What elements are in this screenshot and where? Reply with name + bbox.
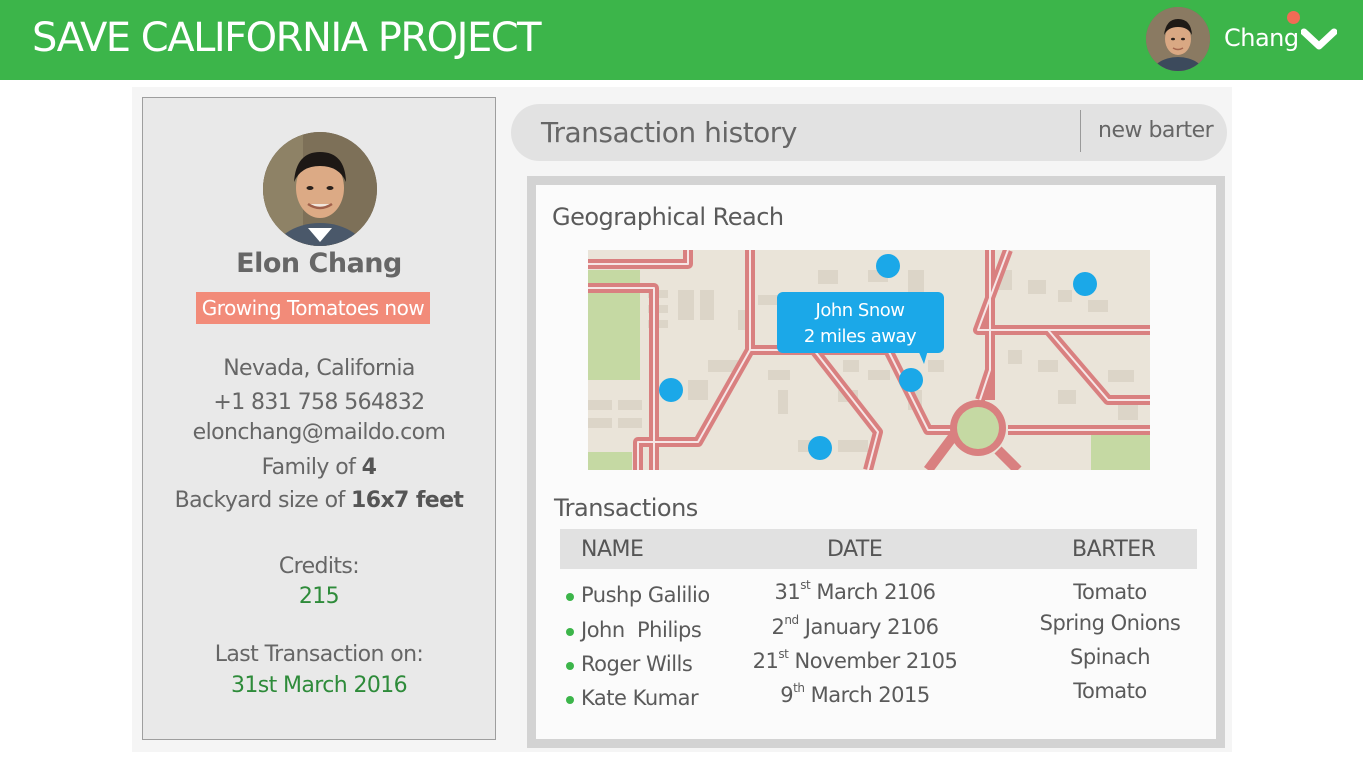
top-bar: SAVE CALIFORNIA PROJECT Chang	[0, 0, 1363, 80]
date-suffix: th	[793, 681, 805, 695]
tx-barter: Tomato	[1073, 679, 1147, 703]
date-rest: November 2105	[794, 649, 958, 673]
avatar-image	[1146, 7, 1210, 71]
backyard-label: Backyard size of	[174, 488, 346, 513]
tx-date: 21st November 2105	[730, 647, 980, 673]
profile-name: Elon Chang	[236, 248, 402, 279]
profile-family: Family of 4	[143, 455, 495, 480]
user-name[interactable]: Chang	[1224, 24, 1299, 52]
table-row[interactable]: Kate Kumar 9th March 2015 Tomato	[560, 679, 1197, 717]
date-day: 31	[774, 580, 801, 604]
tx-barter: Tomato	[1073, 580, 1147, 604]
bullet-dot	[566, 662, 574, 670]
map-pin[interactable]	[659, 378, 683, 402]
map-pin[interactable]	[876, 254, 900, 278]
map-pin[interactable]	[808, 436, 832, 460]
content-panel: Geographical Reach John Snow 2 miles awa…	[527, 176, 1225, 748]
credits-value: 215	[298, 584, 340, 609]
transaction-history-title: Transaction history	[541, 116, 797, 149]
date-rest: January 2106	[804, 615, 939, 639]
transaction-history-bar: Transaction history new barter	[511, 104, 1227, 161]
table-row[interactable]: Roger Wills 21st November 2105 Spinach	[560, 645, 1197, 683]
column-header-barter[interactable]: BARTER	[1072, 537, 1156, 562]
tx-barter: Spinach	[1069, 645, 1151, 669]
profile-backyard: Backyard size of 16x7 feet	[143, 488, 495, 513]
tx-date: 9th March 2015	[730, 681, 980, 707]
date-suffix: st	[778, 647, 789, 661]
date-day: 2	[771, 615, 785, 639]
bullet-dot	[566, 696, 574, 704]
column-header-name[interactable]: NAME	[581, 537, 644, 562]
new-barter-button[interactable]: new barter	[1098, 118, 1214, 143]
user-avatar[interactable]	[1146, 7, 1210, 71]
profile-phone[interactable]: +1 831 758 564832	[143, 390, 495, 415]
transactions-heading: Transactions	[554, 494, 698, 522]
date-rest: March 2106	[816, 580, 936, 604]
profile-location: Nevada, California	[223, 356, 415, 381]
notification-dot[interactable]	[1287, 11, 1300, 24]
bullet-dot	[566, 593, 574, 601]
map[interactable]: John Snow 2 miles away	[588, 250, 1150, 470]
date-rest: March 2015	[810, 683, 931, 707]
geographical-reach-heading: Geographical Reach	[552, 203, 784, 231]
column-header-date[interactable]: DATE	[827, 537, 883, 562]
family-value: 4	[361, 455, 377, 480]
last-transaction-label: Last Transaction on:	[214, 642, 424, 667]
status-badge: Growing Tomatoes now	[196, 292, 430, 324]
bullet-dot	[566, 628, 574, 636]
date-suffix: nd	[784, 613, 799, 627]
table-row[interactable]: John Philips 2nd January 2106 Spring Oni…	[560, 611, 1197, 649]
tx-barter: Spring Onions	[1039, 611, 1181, 635]
tx-name: John Philips	[581, 618, 702, 642]
callout-name: John Snow	[815, 300, 905, 321]
profile-photo	[263, 132, 377, 246]
backyard-value: 16x7 feet	[351, 488, 464, 513]
tx-date: 2nd January 2106	[730, 613, 980, 639]
table-row[interactable]: Pushp Galilio 31st March 2106 Tomato	[560, 578, 1197, 614]
date-suffix: st	[800, 578, 811, 592]
tx-date: 31st March 2106	[730, 578, 980, 604]
map-pin[interactable]	[899, 368, 923, 392]
chevron-down-icon[interactable]	[1300, 26, 1338, 52]
date-day: 21	[752, 649, 779, 673]
callout-distance: 2 miles away	[804, 326, 917, 347]
tx-name: Roger Wills	[581, 652, 693, 676]
credits-label: Credits:	[278, 554, 360, 579]
bar-divider	[1080, 110, 1081, 152]
map-pin[interactable]	[1073, 272, 1097, 296]
transactions-table-header: NAME DATE BARTER	[560, 529, 1197, 569]
tx-name: Kate Kumar	[581, 686, 699, 710]
app-title: SAVE CALIFORNIA PROJECT	[32, 15, 542, 61]
profile-card: Elon Chang Growing Tomatoes now Nevada, …	[142, 97, 496, 740]
profile-email[interactable]: elonchang@maildo.com	[143, 420, 495, 445]
last-transaction-value: 31st March 2016	[230, 673, 408, 698]
family-label: Family of	[261, 455, 356, 480]
tx-name: Pushp Galilio	[581, 583, 710, 607]
date-day: 9	[780, 683, 794, 707]
